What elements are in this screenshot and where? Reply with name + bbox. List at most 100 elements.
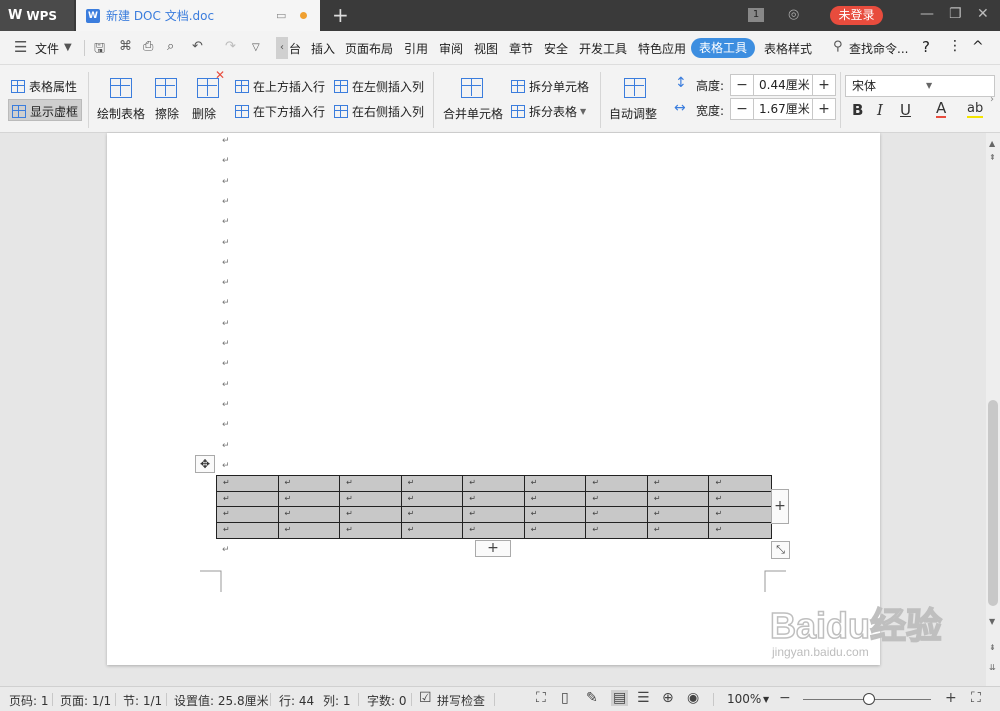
split-table-button[interactable]: 拆分表格 ▼: [511, 103, 586, 120]
table-cell[interactable]: ↵: [586, 491, 648, 507]
table-cell[interactable]: ↵: [648, 522, 710, 538]
height-stepper[interactable]: − 0.44厘米 +: [730, 74, 836, 96]
scroll-up-icon[interactable]: ▲: [989, 139, 995, 148]
table-cell[interactable]: ↵: [586, 522, 648, 538]
document-tab[interactable]: W 新建 DOC 文档.doc ▭: [76, 0, 320, 31]
table-cell[interactable]: ↵: [402, 522, 464, 538]
scroll-next-icon[interactable]: ⇊: [989, 663, 996, 672]
search-icon[interactable]: ⚲: [833, 39, 843, 54]
tab-page-layout[interactable]: 页面布局: [345, 40, 393, 57]
scrollbar-thumb[interactable]: [988, 400, 998, 606]
table-cell[interactable]: ↵: [340, 476, 402, 492]
tab-references[interactable]: 引用: [404, 40, 428, 57]
table-cell[interactable]: ↵: [401, 507, 464, 523]
save-icon[interactable]: 🖫: [94, 39, 105, 61]
width-decrease-button[interactable]: −: [731, 101, 753, 117]
fit-page-icon[interactable]: ⛶: [971, 690, 981, 706]
chevron-down-icon[interactable]: ▼: [64, 42, 72, 53]
file-menu[interactable]: 文件: [35, 40, 59, 57]
insert-row-above-button[interactable]: 在上方插入行: [235, 78, 325, 95]
table[interactable]: ↵ ↵ ↵ ↵ ↵ ↵ ↵ ↵ ↵ ↵ ↵ ↵ ↵ ↵ ↵ ↵ ↵ ↵ ↵ ↵ ↵ ↵ ↵ ↵ ↵ ↵ ↵ ↵ ↵ ↵ ↵ ↵ ↵ ↵ ↵ ↵: [216, 475, 772, 539]
table-cell[interactable]: ↵: [647, 476, 710, 492]
vertical-scrollbar[interactable]: ▲ ⇞ ▼ ⇟ ⇊: [986, 133, 1000, 686]
height-decrease-button[interactable]: −: [731, 77, 753, 93]
table-cell[interactable]: ↵: [709, 523, 771, 539]
quick-access-dropdown-icon[interactable]: ▽: [252, 42, 260, 53]
status-column[interactable]: 列: 1: [323, 692, 351, 709]
monitor-icon[interactable]: ▭: [276, 9, 286, 22]
help-button[interactable]: ?: [922, 38, 930, 56]
insert-col-right-button[interactable]: 在右侧插入列: [334, 103, 424, 120]
font-name-select[interactable]: 宋体 ▼: [845, 75, 995, 97]
tab-table-styles[interactable]: 表格样式: [764, 40, 812, 57]
table-cell[interactable]: ↵: [525, 522, 587, 538]
table-cell[interactable]: ↵: [278, 507, 341, 523]
table-cell[interactable]: ↵: [463, 522, 525, 538]
status-word-count[interactable]: 字数: 0: [367, 692, 407, 709]
underline-button[interactable]: U: [900, 101, 911, 119]
italic-button[interactable]: I: [877, 101, 883, 119]
scroll-page-down-icon[interactable]: ⇟: [989, 643, 996, 652]
zoom-dropdown-icon[interactable]: ▼: [763, 695, 769, 704]
table-cell[interactable]: ↵: [401, 491, 464, 507]
table-properties-button[interactable]: 表格属性: [11, 78, 77, 95]
ribbon-scroll-right-icon[interactable]: ›: [990, 94, 994, 105]
tab-start[interactable]: 台: [289, 40, 301, 57]
table-cell[interactable]: ↵: [278, 476, 341, 492]
format-painter-icon[interactable]: ⌘: [119, 39, 132, 54]
print-preview-icon[interactable]: ⌕: [167, 39, 174, 54]
tab-special-apps[interactable]: 特色应用: [638, 40, 686, 57]
table-cell[interactable]: ↵: [463, 507, 525, 523]
web-view-icon[interactable]: ⊕: [662, 690, 674, 706]
table-cell[interactable]: ↵: [340, 491, 402, 507]
table-cell[interactable]: ↵: [524, 491, 587, 507]
tab-view[interactable]: 视图: [474, 40, 498, 57]
status-section[interactable]: 节: 1/1: [123, 692, 162, 709]
table-cell[interactable]: ↵: [401, 476, 464, 492]
table-move-handle[interactable]: ✥: [195, 455, 215, 473]
scroll-down-icon[interactable]: ▼: [989, 617, 995, 626]
split-cells-button[interactable]: 拆分单元格: [511, 78, 589, 95]
cloud-sync-icon[interactable]: ◎: [788, 7, 799, 22]
tab-review[interactable]: 审阅: [439, 40, 463, 57]
show-gridlines-button[interactable]: 显示虚框: [12, 103, 78, 120]
status-page-number[interactable]: 页码: 1: [9, 692, 49, 709]
font-color-button[interactable]: A: [936, 101, 947, 118]
eye-protection-icon[interactable]: ◉: [687, 690, 699, 706]
table-cell[interactable]: ↵: [647, 507, 710, 523]
table-cell[interactable]: ↵: [217, 476, 279, 492]
table-cell[interactable]: ↵: [463, 491, 525, 507]
highlight-button[interactable]: ab: [967, 101, 984, 118]
width-increase-button[interactable]: +: [813, 101, 835, 117]
spellcheck-button[interactable]: 拼写检查: [437, 692, 485, 709]
draw-table-icon[interactable]: [110, 78, 132, 98]
eraser-icon[interactable]: [155, 78, 177, 98]
scroll-page-up-icon[interactable]: ⇞: [989, 153, 996, 162]
insert-row-below-button[interactable]: 在下方插入行: [235, 103, 325, 120]
command-search[interactable]: 查找命令...: [849, 40, 908, 57]
fullscreen-icon[interactable]: ⛶: [536, 690, 546, 706]
table-cell[interactable]: ↵: [709, 507, 771, 523]
spellcheck-icon[interactable]: ☑: [419, 690, 432, 706]
table-cell[interactable]: ↵: [340, 522, 402, 538]
height-increase-button[interactable]: +: [813, 77, 835, 93]
status-row[interactable]: 行: 44: [279, 692, 314, 709]
window-count-badge[interactable]: 1: [748, 8, 764, 22]
undo-icon[interactable]: ↶: [192, 39, 203, 54]
tab-table-tools[interactable]: 表格工具: [691, 38, 755, 58]
table-cell[interactable]: ↵: [586, 476, 648, 492]
tab-security[interactable]: 安全: [544, 40, 568, 57]
scroll-tabs-left-button[interactable]: ‹: [276, 37, 288, 59]
more-options-button[interactable]: ⋮: [948, 38, 962, 54]
table-cell[interactable]: ↵: [217, 491, 279, 507]
tab-insert[interactable]: 插入: [311, 40, 335, 57]
insert-col-left-button[interactable]: 在左侧插入列: [334, 78, 424, 95]
table-cell[interactable]: ↵: [586, 507, 648, 523]
table-cell[interactable]: ↵: [524, 507, 587, 523]
add-row-button[interactable]: +: [475, 540, 511, 557]
table-cell[interactable]: ↵: [524, 476, 587, 492]
table-cell[interactable]: ↵: [217, 522, 279, 538]
zoom-slider-knob[interactable]: [863, 693, 875, 705]
table-cell[interactable]: ↵: [463, 476, 525, 492]
status-pages[interactable]: 页面: 1/1: [60, 692, 111, 709]
